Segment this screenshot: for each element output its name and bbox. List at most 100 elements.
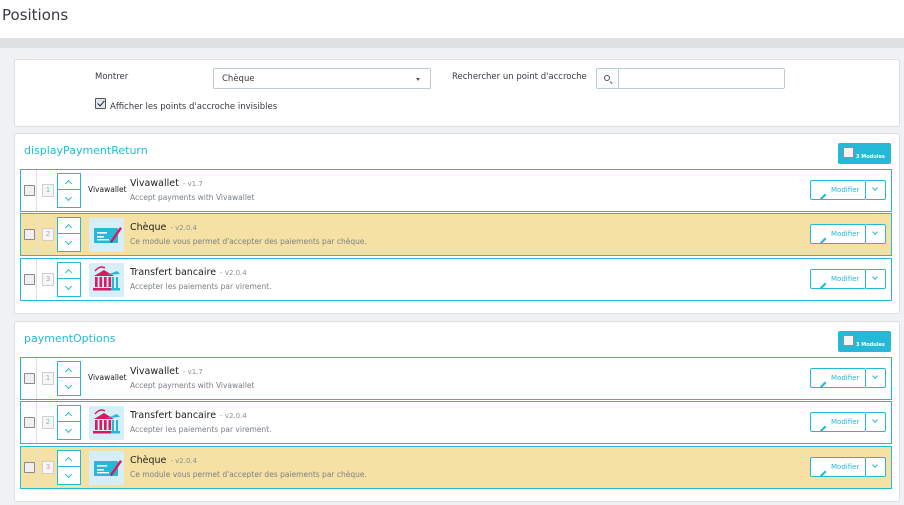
module-version: - v2.0.4 bbox=[220, 269, 247, 277]
move-up-button[interactable] bbox=[58, 362, 80, 378]
move-down-button[interactable] bbox=[58, 235, 80, 251]
chevron-up-icon bbox=[64, 456, 73, 465]
hook-select-all-checkbox[interactable] bbox=[843, 335, 854, 346]
move-up-button[interactable] bbox=[58, 263, 80, 279]
chevron-down-icon bbox=[872, 185, 878, 191]
move-controls bbox=[57, 361, 81, 396]
chevron-down-icon bbox=[64, 237, 73, 246]
hook-select-all-checkbox[interactable] bbox=[843, 147, 854, 158]
row-divider bbox=[36, 214, 37, 255]
position-number: 2 bbox=[42, 228, 54, 241]
module-actions-dropdown[interactable] bbox=[866, 224, 886, 244]
search-icon bbox=[604, 75, 610, 81]
caret-down-icon bbox=[416, 78, 420, 81]
modify-button[interactable]: Modifier bbox=[810, 368, 866, 388]
pencil-icon bbox=[819, 186, 828, 200]
cheque-icon bbox=[89, 218, 124, 252]
modify-button[interactable]: Modifier bbox=[810, 412, 866, 432]
modify-button[interactable]: Modifier bbox=[810, 269, 866, 289]
module-name: Vivawallet - v1.7 bbox=[130, 366, 203, 377]
modify-label: Modifier bbox=[831, 418, 860, 426]
module-actions-dropdown[interactable] bbox=[866, 412, 886, 432]
module-row: 1 Vivawallet Vivawallet - v1.7 Accept paymen… bbox=[20, 169, 892, 212]
move-down-button[interactable] bbox=[58, 191, 80, 207]
module-name-text: Chèque bbox=[130, 455, 167, 466]
move-up-button[interactable] bbox=[58, 218, 80, 234]
chevron-down-icon bbox=[64, 381, 73, 390]
hook-module-count[interactable]: 3 Modules bbox=[838, 331, 891, 352]
bank-icon bbox=[89, 406, 124, 440]
hook-module-count[interactable]: 3 Modules bbox=[838, 143, 891, 164]
search-addon bbox=[596, 68, 618, 89]
position-number: 1 bbox=[42, 372, 54, 385]
row-divider bbox=[36, 170, 37, 211]
move-controls bbox=[57, 262, 81, 297]
module-actions-dropdown[interactable] bbox=[866, 457, 886, 477]
module-name: Transfert bancaire - v2.0.4 bbox=[130, 410, 247, 421]
hook-title: paymentOptions bbox=[24, 332, 116, 345]
module-row: 3 Chèque - v2.0.4 Ce module vous permet d'a… bbox=[20, 446, 892, 489]
module-description: Accepter les paiements par virement. bbox=[130, 425, 272, 434]
bank-icon bbox=[89, 263, 124, 297]
chevron-down-icon bbox=[872, 462, 878, 468]
module-description: Accepter les paiements par virement. bbox=[130, 282, 272, 291]
move-up-button[interactable] bbox=[58, 451, 80, 467]
modify-button[interactable]: Modifier bbox=[810, 457, 866, 477]
search-input[interactable] bbox=[618, 68, 785, 89]
chevron-up-icon bbox=[64, 223, 73, 232]
move-down-button[interactable] bbox=[58, 468, 80, 484]
move-controls bbox=[57, 450, 81, 485]
module-checkbox[interactable] bbox=[24, 373, 35, 384]
show-select[interactable]: Chèque bbox=[213, 68, 431, 89]
chevron-down-icon bbox=[64, 193, 73, 202]
page-title: Positions bbox=[2, 6, 69, 24]
hook-count-label: 3 Modules bbox=[856, 342, 885, 348]
module-version: - v2.0.4 bbox=[170, 457, 198, 465]
module-description: Ce module vous permet d'accepter des pai… bbox=[130, 237, 367, 246]
move-down-button[interactable] bbox=[58, 379, 80, 395]
chevron-down-icon bbox=[872, 274, 878, 280]
module-row: 1 Vivawallet Vivawallet - v1.7 Accept paymen… bbox=[20, 357, 892, 400]
module-actions-dropdown[interactable] bbox=[866, 269, 886, 289]
row-divider bbox=[36, 358, 37, 399]
module-name-text: Chèque bbox=[130, 222, 167, 233]
module-checkbox[interactable] bbox=[24, 462, 35, 473]
move-up-button[interactable] bbox=[58, 174, 80, 190]
module-row: 2 Transfert bancaire - v2.0.4 Accepter les … bbox=[20, 401, 892, 444]
hook-title: displayPaymentReturn bbox=[24, 144, 148, 157]
module-name-text: Transfert bancaire bbox=[130, 267, 217, 278]
module-description: Accept payments with Vivawallet bbox=[130, 193, 255, 202]
row-divider bbox=[36, 402, 37, 443]
module-name-text: Transfert bancaire bbox=[130, 410, 217, 421]
chevron-down-icon bbox=[64, 282, 73, 291]
module-version: - v2.0.4 bbox=[220, 412, 247, 420]
pencil-icon bbox=[819, 275, 828, 289]
module-checkbox[interactable] bbox=[24, 185, 35, 196]
move-down-button[interactable] bbox=[58, 280, 80, 296]
module-version: - v2.0.4 bbox=[170, 224, 198, 232]
move-up-button[interactable] bbox=[58, 406, 80, 422]
modify-label: Modifier bbox=[831, 230, 860, 238]
position-number: 1 bbox=[42, 184, 54, 197]
module-checkbox[interactable] bbox=[24, 417, 35, 428]
module-actions-dropdown[interactable] bbox=[866, 368, 886, 388]
chevron-up-icon bbox=[64, 268, 73, 277]
module-name-text: Vivawallet bbox=[130, 366, 179, 377]
chevron-up-icon bbox=[64, 179, 73, 188]
pencil-icon bbox=[819, 374, 828, 388]
show-label: Montrer bbox=[95, 72, 129, 82]
show-invisible-checkbox[interactable] bbox=[95, 98, 106, 109]
vivawallet-logo: Vivawallet bbox=[88, 373, 127, 382]
search-label: Rechercher un point d'accroche bbox=[452, 72, 587, 82]
move-down-button[interactable] bbox=[58, 423, 80, 439]
chevron-down-icon bbox=[872, 417, 878, 423]
modify-label: Modifier bbox=[831, 186, 860, 194]
module-checkbox[interactable] bbox=[24, 229, 35, 240]
position-number: 3 bbox=[42, 461, 54, 474]
modify-button[interactable]: Modifier bbox=[810, 224, 866, 244]
module-actions-dropdown[interactable] bbox=[866, 180, 886, 200]
module-checkbox[interactable] bbox=[24, 274, 35, 285]
position-number: 3 bbox=[42, 273, 54, 286]
hook-count-label: 3 Modules bbox=[856, 154, 885, 160]
modify-button[interactable]: Modifier bbox=[810, 180, 866, 200]
